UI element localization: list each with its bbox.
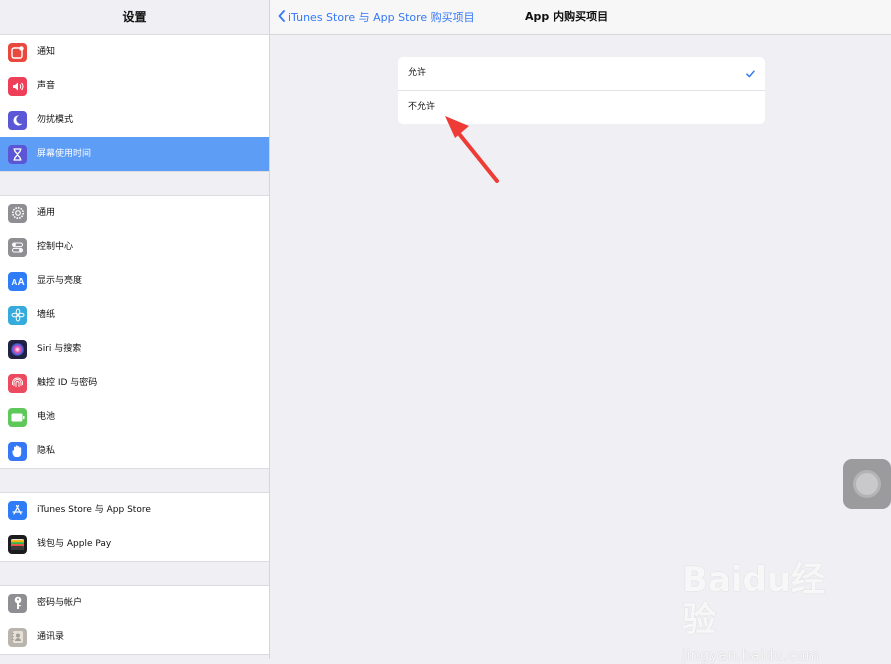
chevron-left-icon — [278, 9, 285, 25]
sidebar-item-label: 勿扰模式 — [37, 103, 269, 138]
sidebar-item-label: iTunes Store 与 App Store — [37, 493, 269, 528]
sidebar-item-label: 通用 — [37, 196, 269, 231]
settings-sidebar: 设置 通知 声音 勿扰模式屏幕使用时间通用 控制中心 A A 显示与亮度 墙纸 Siri 与搜索… — [0, 0, 270, 659]
sidebar-item-label: 电池 — [37, 400, 269, 435]
sidebar-groups: 通知 声音 勿扰模式屏幕使用时间通用 控制中心 A A 显示与亮度 墙纸 Siri 与搜索 触控 … — [0, 34, 269, 655]
sidebar-item-screen-time[interactable]: 屏幕使用时间 — [0, 137, 269, 171]
sidebar-item-passwords-accounts[interactable]: 密码与帐户 — [0, 586, 269, 621]
do-not-disturb-icon — [8, 110, 27, 130]
option-dont-allow-label: 不允许 — [408, 102, 436, 112]
notifications-icon — [8, 42, 27, 62]
battery-icon — [8, 407, 27, 427]
sidebar-item-app-store[interactable]: iTunes Store 与 App Store — [0, 493, 269, 528]
app-store-icon — [8, 500, 27, 520]
sidebar-item-label: 触控 ID 与密码 — [37, 366, 269, 401]
option-allow-label: 允许 — [408, 68, 427, 78]
navigation-bar: iTunes Store 与 App Store 购买项目 App 内购买项目 — [270, 0, 891, 35]
checkmark-icon — [746, 57, 755, 90]
sidebar-item-contacts[interactable]: 通讯录 — [0, 620, 269, 654]
sidebar-item-label: 通知 — [37, 35, 269, 70]
passwords-accounts-icon — [8, 593, 27, 613]
sidebar-item-label: 通讯录 — [37, 632, 65, 642]
display-brightness-icon: AA — [8, 271, 27, 291]
option-allow[interactable]: 允许 — [398, 57, 765, 90]
control-center-icon — [8, 237, 27, 257]
sidebar-item-siri[interactable]: Siri 与搜索 — [0, 332, 269, 367]
sidebar-group: 密码与帐户 通讯录 — [0, 585, 269, 655]
sidebar-item-general[interactable]: 通用 — [0, 196, 269, 231]
siri-icon — [8, 339, 27, 359]
sidebar-item-label: 密码与帐户 — [37, 586, 269, 621]
wallpaper-icon — [8, 305, 27, 325]
back-button[interactable]: iTunes Store 与 App Store 购买项目 — [278, 0, 475, 34]
sidebar-item-label: 墙纸 — [37, 298, 269, 333]
sidebar-item-sounds[interactable]: 声音 — [0, 69, 269, 104]
sidebar-item-label: 声音 — [37, 69, 269, 104]
in-app-purchase-options: 允许 不允许 — [398, 57, 765, 124]
screen-time-icon — [8, 144, 27, 164]
sidebar-item-wallet[interactable]: 钱包与 Apple Pay — [0, 527, 269, 561]
sidebar-item-label: 隐私 — [37, 446, 56, 456]
privacy-icon — [8, 441, 27, 461]
page-title: App 内购买项目 — [525, 10, 609, 23]
option-dont-allow[interactable]: 不允许 — [398, 90, 765, 124]
sidebar-item-control-center[interactable]: 控制中心 — [0, 230, 269, 265]
svg-text:A: A — [17, 277, 24, 287]
sidebar-group: 通用 控制中心 A A 显示与亮度 墙纸 Siri 与搜索 触控 ID 与密码 电池隐私 — [0, 195, 269, 469]
sidebar-item-label: Siri 与搜索 — [37, 332, 269, 367]
wallet-icon — [8, 534, 27, 554]
sidebar-title: 设置 — [122, 10, 147, 24]
sidebar-item-label: 钱包与 Apple Pay — [37, 539, 112, 549]
general-icon — [8, 203, 27, 223]
sidebar-group: iTunes Store 与 App Store 钱包与 Apple Pay — [0, 492, 269, 562]
sidebar-item-display-brightness[interactable]: A A 显示与亮度 — [0, 264, 269, 299]
sidebar-item-touch-id[interactable]: 触控 ID 与密码 — [0, 366, 269, 401]
sidebar-item-battery[interactable]: 电池 — [0, 400, 269, 435]
sidebar-item-notifications[interactable]: 通知 — [0, 35, 269, 70]
back-button-label: iTunes Store 与 App Store 购买项目 — [288, 11, 475, 24]
sidebar-item-wallpaper[interactable]: 墙纸 — [0, 298, 269, 333]
assistive-touch-button[interactable] — [843, 459, 891, 509]
sidebar-item-label: 显示与亮度 — [37, 264, 269, 299]
sidebar-item-privacy[interactable]: 隐私 — [0, 434, 269, 468]
sidebar-item-do-not-disturb[interactable]: 勿扰模式 — [0, 103, 269, 138]
sidebar-group: 通知 声音 勿扰模式屏幕使用时间 — [0, 34, 269, 172]
assistive-touch-icon — [856, 473, 878, 495]
contacts-icon — [8, 627, 27, 647]
detail-pane: iTunes Store 与 App Store 购买项目 App 内购买项目 … — [270, 0, 891, 659]
sidebar-item-label: 屏幕使用时间 — [37, 149, 92, 159]
sidebar-item-label: 控制中心 — [37, 230, 269, 265]
touch-id-icon — [8, 373, 27, 393]
sounds-icon — [8, 76, 27, 96]
